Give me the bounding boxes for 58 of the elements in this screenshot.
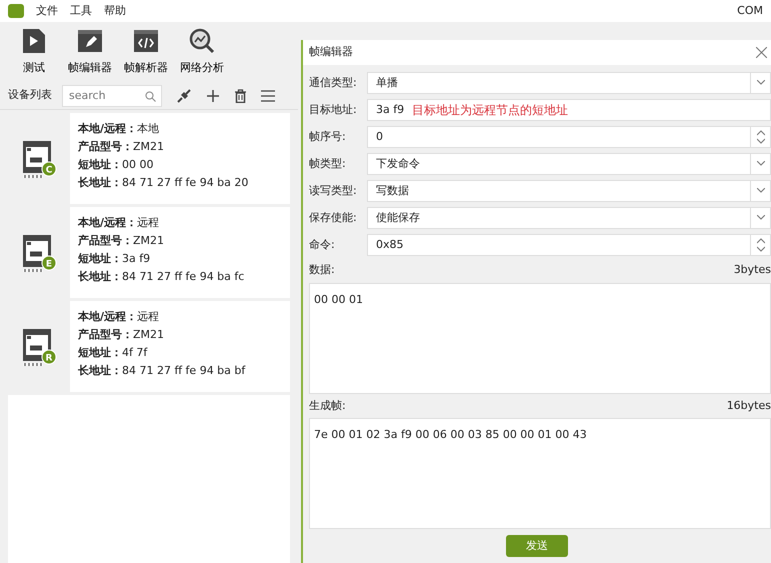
area-label: 数据: bbox=[309, 262, 335, 278]
play-icon bbox=[23, 29, 45, 53]
menu-item[interactable]: 工具 bbox=[70, 2, 92, 20]
device-info-text: 本地/远程：远程 bbox=[78, 215, 160, 230]
dropdown[interactable]: 单播 bbox=[367, 72, 751, 94]
dialog-title: 帧编辑器 bbox=[309, 44, 353, 60]
field-label: 读写类型: bbox=[309, 182, 358, 199]
spin-arrows-icon[interactable] bbox=[756, 130, 764, 144]
magnifier-chart-icon bbox=[189, 28, 215, 54]
trash-icon[interactable] bbox=[234, 88, 247, 102]
edit-icon bbox=[78, 30, 102, 52]
device-info-text: 产品型号：ZM21 bbox=[78, 233, 166, 248]
device-info-text: 长地址：84 71 27 ff fe 94 ba bf bbox=[78, 363, 246, 378]
toolbar-button[interactable]: 测试 bbox=[10, 28, 58, 82]
status-text: COM bbox=[737, 2, 763, 19]
hint-text: 目标地址为远程节点的短地址 bbox=[412, 102, 568, 119]
plug-icon[interactable] bbox=[176, 88, 192, 104]
input-field[interactable]: 3a f9 目标地址为远程节点的短地址 bbox=[367, 98, 771, 121]
byte-count: 3bytes bbox=[734, 262, 771, 278]
device-info-text: 短地址：3a f9 bbox=[78, 251, 152, 266]
field-label: 帧序号: bbox=[309, 128, 347, 145]
device-info-text: 长地址：84 71 27 ff fe 94 ba 20 bbox=[78, 175, 250, 190]
input-field[interactable]: 0 bbox=[367, 126, 751, 148]
device-info-text: 本地/远程：本地 bbox=[78, 121, 160, 136]
dropdown[interactable]: 使能保存 bbox=[367, 206, 751, 229]
toolbar-button[interactable]: 帧编辑器 bbox=[66, 28, 114, 82]
device-info-text: 短地址：00 00 bbox=[78, 157, 154, 172]
dropdown[interactable]: 下发命令 bbox=[367, 152, 751, 175]
search-icon bbox=[145, 90, 156, 102]
spin-arrows-icon[interactable] bbox=[756, 238, 764, 252]
device-info-text: 本地/远程：远程 bbox=[78, 309, 160, 324]
field-label: 通信类型: bbox=[309, 74, 358, 91]
menu-item[interactable]: 文件 bbox=[36, 2, 58, 20]
toolbar-button[interactable]: 网络分析 bbox=[178, 28, 226, 82]
search-field[interactable]: search bbox=[62, 84, 162, 106]
device-info-text: 长地址：84 71 27 ff fe 94 ba fc bbox=[78, 269, 246, 284]
text-area[interactable]: 7e 00 01 02 3a f9 00 06 00 03 85 00 00 01 00 43 bbox=[309, 418, 771, 529]
send-button[interactable]: 发送 bbox=[506, 534, 568, 557]
input-field[interactable]: 0x85 bbox=[367, 234, 751, 256]
list-title: 设备列表 bbox=[8, 87, 52, 104]
menu-item[interactable]: 帮助 bbox=[104, 2, 126, 20]
menu-icon[interactable] bbox=[261, 90, 275, 102]
field-label: 帧类型: bbox=[309, 156, 347, 172]
device-info-text: 短地址：4f 7f bbox=[78, 345, 148, 360]
area-label: 生成帧: bbox=[309, 398, 346, 414]
toolbar-button[interactable]: 帧解析器 bbox=[122, 28, 170, 82]
dropdown[interactable]: 写数据 bbox=[367, 180, 751, 202]
close-icon[interactable] bbox=[756, 47, 767, 58]
text-area[interactable]: 00 00 01 bbox=[309, 282, 771, 394]
code-icon bbox=[134, 30, 158, 52]
device-info-text: 产品型号：ZM21 bbox=[78, 139, 166, 154]
add-icon[interactable] bbox=[206, 88, 220, 102]
byte-count: 16bytes bbox=[726, 398, 771, 414]
app-logo-icon bbox=[8, 4, 24, 18]
field-label: 目标地址: bbox=[309, 102, 358, 118]
field-label: 保存使能: bbox=[309, 210, 358, 226]
field-label: 命令: bbox=[309, 236, 336, 253]
device-info-text: 产品型号：ZM21 bbox=[78, 327, 166, 342]
